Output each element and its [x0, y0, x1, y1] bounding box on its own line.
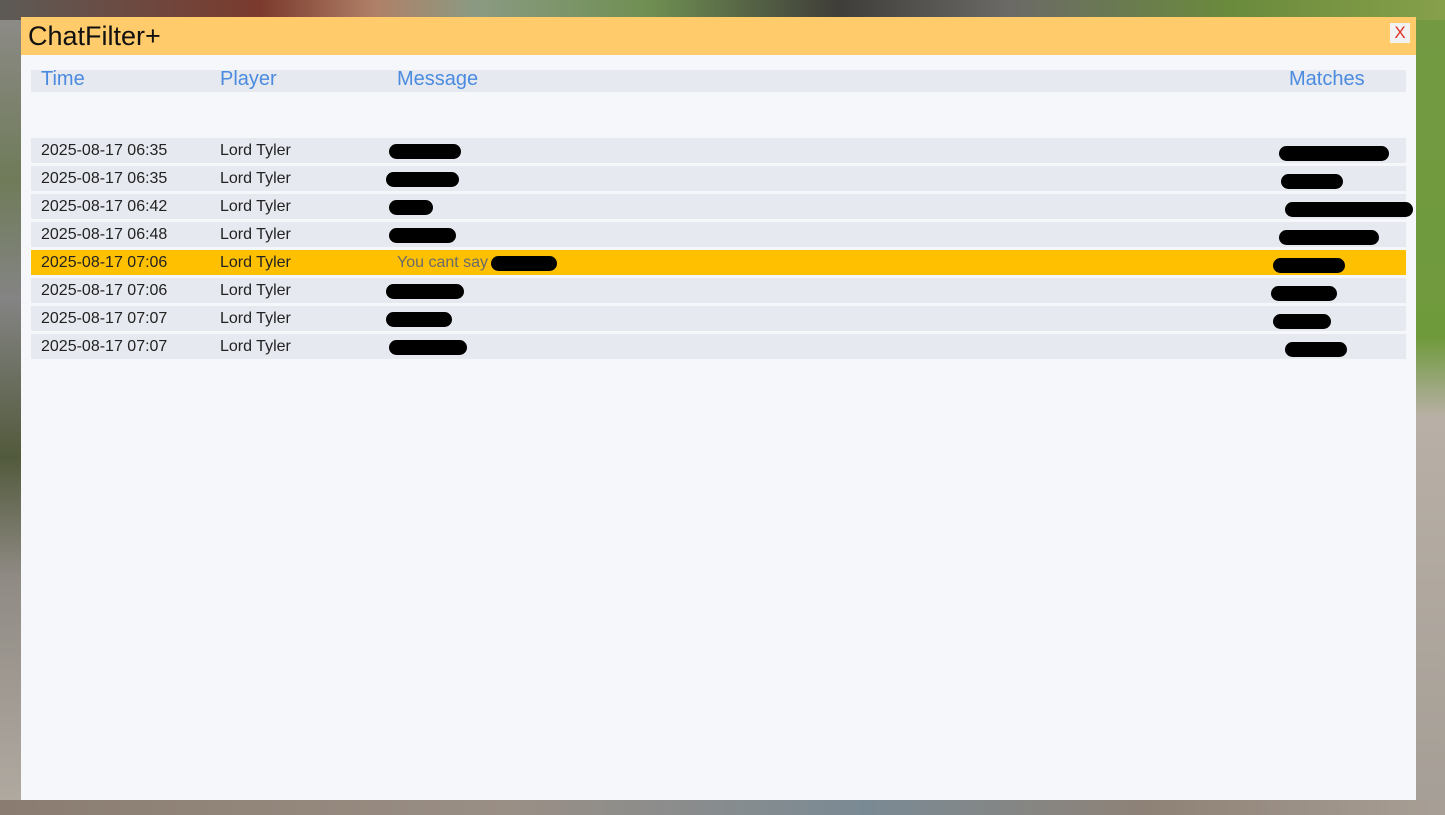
cell-time: 2025-08-17 07:07: [41, 338, 168, 355]
cell-player: Lord Tyler: [220, 170, 291, 187]
close-button[interactable]: X: [1390, 23, 1410, 43]
cell-player: Lord Tyler: [220, 282, 291, 299]
cell-time: 2025-08-17 07:06: [41, 282, 168, 299]
background-scenery-left: [0, 20, 22, 815]
matches-redaction-mark: [1285, 342, 1347, 357]
table-row[interactable]: 2025-08-17 06:35 Lord Tyler: [31, 138, 1406, 163]
cell-time: 2025-08-17 07:06: [41, 254, 168, 271]
message-redaction-mark: [491, 256, 557, 271]
matches-redaction-mark: [1271, 286, 1337, 301]
table-row[interactable]: 2025-08-17 06:42 Lord Tyler: [31, 194, 1413, 219]
title-bar[interactable]: ChatFilter+ X: [21, 17, 1416, 55]
cell-time: 2025-08-17 06:35: [41, 170, 168, 187]
table-row[interactable]: 2025-08-17 07:07 Lord Tyler: [31, 334, 1406, 359]
cell-time: 2025-08-17 06:42: [41, 198, 168, 215]
column-header-player[interactable]: Player: [220, 68, 277, 91]
table-row[interactable]: 2025-08-17 06:48 Lord Tyler: [31, 222, 1406, 247]
cell-player: Lord Tyler: [220, 254, 291, 271]
message-redaction-mark: [386, 284, 464, 299]
message-redaction-mark: [389, 144, 461, 159]
message-redaction-mark: [386, 312, 452, 327]
matches-redaction-mark: [1273, 314, 1331, 329]
message-redaction-mark: [389, 340, 467, 355]
table-row[interactable]: 2025-08-17 06:35 Lord Tyler: [31, 166, 1406, 191]
table-body: 2025-08-17 06:35 Lord Tyler 2025-08-17 06:…: [31, 138, 1413, 362]
window-title: ChatFilter+: [28, 21, 161, 51]
column-header-matches[interactable]: Matches: [1289, 68, 1365, 91]
column-header-message[interactable]: Message: [397, 68, 478, 91]
matches-redaction-mark: [1279, 146, 1389, 161]
cell-time: 2025-08-17 07:07: [41, 310, 168, 327]
table-row-selected[interactable]: 2025-08-17 07:06 Lord Tyler You cant say: [31, 250, 1406, 275]
cell-player: Lord Tyler: [220, 198, 291, 215]
matches-redaction-mark: [1281, 174, 1343, 189]
background-scenery-bottom: [0, 800, 1445, 815]
cell-time: 2025-08-17 06:35: [41, 142, 168, 159]
cell-player: Lord Tyler: [220, 226, 291, 243]
column-header-time[interactable]: Time: [41, 68, 85, 91]
cell-player: Lord Tyler: [220, 142, 291, 159]
cell-player: Lord Tyler: [220, 310, 291, 327]
chat-log-table: Time Player Message Matches 2025-08-17 0…: [31, 68, 1413, 359]
table-row[interactable]: 2025-08-17 07:06 Lord Tyler: [31, 278, 1406, 303]
chatfilter-window: ChatFilter+ X Time Player Message Matche…: [21, 17, 1416, 800]
table-row[interactable]: 2025-08-17 07:07 Lord Tyler: [31, 306, 1406, 331]
background-scenery-right: [1416, 20, 1445, 815]
table-header: Time Player Message Matches: [31, 68, 1406, 92]
message-redaction-mark: [389, 200, 433, 215]
cell-player: Lord Tyler: [220, 338, 291, 355]
cell-message: You cant say: [397, 254, 489, 271]
message-redaction-mark: [386, 172, 459, 187]
message-redaction-mark: [389, 228, 456, 243]
matches-redaction-mark: [1279, 230, 1379, 245]
matches-redaction-mark: [1273, 258, 1345, 273]
cell-time: 2025-08-17 06:48: [41, 226, 168, 243]
matches-redaction-mark: [1285, 202, 1413, 217]
